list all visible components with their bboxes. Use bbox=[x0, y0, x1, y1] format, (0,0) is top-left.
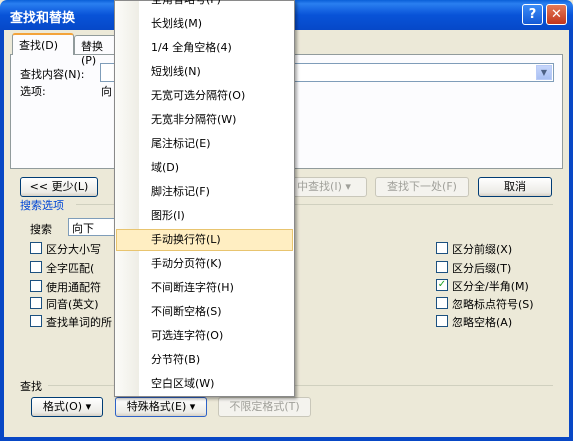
checkbox-ignore-space[interactable] bbox=[436, 315, 448, 327]
wildcards-label: 使用通配符 bbox=[46, 281, 101, 294]
match-case-label: 区分大小写 bbox=[46, 243, 101, 256]
help-button[interactable]: ? bbox=[522, 4, 543, 25]
options-value: 向 bbox=[101, 85, 112, 98]
search-direction-label: 搜索 bbox=[30, 223, 52, 236]
close-icon: ✕ bbox=[551, 7, 562, 22]
chevron-down-icon[interactable]: ▼ bbox=[536, 65, 552, 80]
find-label: 查找内容(N): bbox=[20, 68, 85, 81]
close-button[interactable]: ✕ bbox=[546, 4, 567, 25]
checkbox-wildcards[interactable] bbox=[30, 280, 42, 292]
menu-item[interactable]: 无宽可选分隔符(O) bbox=[116, 85, 293, 107]
match-prefix-label: 区分前缀(X) bbox=[452, 243, 513, 256]
ignore-punct-label: 忽略标点符号(S) bbox=[452, 298, 534, 311]
menu-item-highlighted[interactable]: 手动换行符(L) bbox=[116, 229, 293, 251]
sounds-like-label: 同音(英文) bbox=[46, 298, 99, 311]
match-width-label: 区分全/半角(M) bbox=[452, 280, 529, 293]
search-options-title: 搜索选项 bbox=[20, 199, 64, 212]
window-frame-bottom bbox=[0, 437, 573, 441]
checkbox-whole-word[interactable] bbox=[30, 261, 42, 273]
checkbox-ignore-punct[interactable] bbox=[436, 297, 448, 309]
less-button[interactable]: << 更少(L) bbox=[20, 177, 98, 197]
special-format-menu[interactable]: 全角省略号(F) 长划线(M) 1/4 全角空格(4) 短划线(N) 无宽可选分… bbox=[114, 0, 295, 397]
menu-item[interactable]: 长划线(M) bbox=[116, 13, 293, 35]
menu-item[interactable]: 短划线(N) bbox=[116, 61, 293, 83]
checkbox-sounds-like[interactable] bbox=[30, 297, 42, 309]
format-button[interactable]: 格式(O) ▾ bbox=[31, 397, 103, 417]
find-group-title: 查找 bbox=[20, 380, 42, 393]
cancel-button[interactable]: 取消 bbox=[478, 177, 552, 197]
checkbox-match-prefix[interactable] bbox=[436, 242, 448, 254]
menu-item[interactable]: 空白区域(W) bbox=[116, 373, 293, 395]
all-word-forms-label: 查找单词的所 bbox=[46, 316, 112, 329]
ignore-space-label: 忽略空格(A) bbox=[452, 316, 513, 329]
menu-item[interactable]: 不间断空格(S) bbox=[116, 301, 293, 323]
menu-item[interactable]: 不间断连字符(H) bbox=[116, 277, 293, 299]
no-format-button[interactable]: 不限定格式(T) bbox=[218, 397, 311, 417]
match-suffix-label: 区分后缀(T) bbox=[452, 262, 512, 275]
menu-item[interactable]: 无宽非分隔符(W) bbox=[116, 109, 293, 131]
tab-find[interactable]: 查找(D) bbox=[12, 33, 74, 55]
checkbox-all-word-forms[interactable] bbox=[30, 315, 42, 327]
find-next-button[interactable]: 查找下一处(F) bbox=[375, 177, 469, 197]
menu-item[interactable]: 图形(I) bbox=[116, 205, 293, 227]
checkbox-match-width[interactable]: ✓ bbox=[436, 279, 448, 291]
menu-item[interactable]: 分节符(B) bbox=[116, 349, 293, 371]
checkbox-match-suffix[interactable] bbox=[436, 261, 448, 273]
window-frame-left bbox=[0, 30, 4, 441]
tab-replace[interactable]: 替换(P) bbox=[74, 35, 118, 67]
options-label: 选项: bbox=[20, 85, 46, 98]
special-format-button[interactable]: 特殊格式(E) ▾ bbox=[115, 397, 207, 417]
menu-item[interactable]: 手动分页符(K) bbox=[116, 253, 293, 275]
search-direction-select[interactable]: 向下 bbox=[68, 218, 118, 236]
checkbox-match-case[interactable] bbox=[30, 242, 42, 254]
window-frame-right bbox=[569, 30, 573, 441]
whole-word-label: 全字匹配( bbox=[46, 262, 95, 275]
menu-item[interactable]: 尾注标记(E) bbox=[116, 133, 293, 155]
menu-item[interactable]: 全角省略号(F) bbox=[116, 0, 293, 11]
menu-item[interactable]: 域(D) bbox=[116, 157, 293, 179]
menu-item[interactable]: 1/4 全角空格(4) bbox=[116, 37, 293, 59]
tab-find-label: 查找(D) bbox=[19, 39, 59, 52]
window-title: 查找和替换 bbox=[10, 11, 76, 26]
menu-item[interactable]: 脚注标记(F) bbox=[116, 181, 293, 203]
menu-item[interactable]: 可选连字符(O) bbox=[116, 325, 293, 347]
search-direction-value: 向下 bbox=[72, 222, 94, 235]
